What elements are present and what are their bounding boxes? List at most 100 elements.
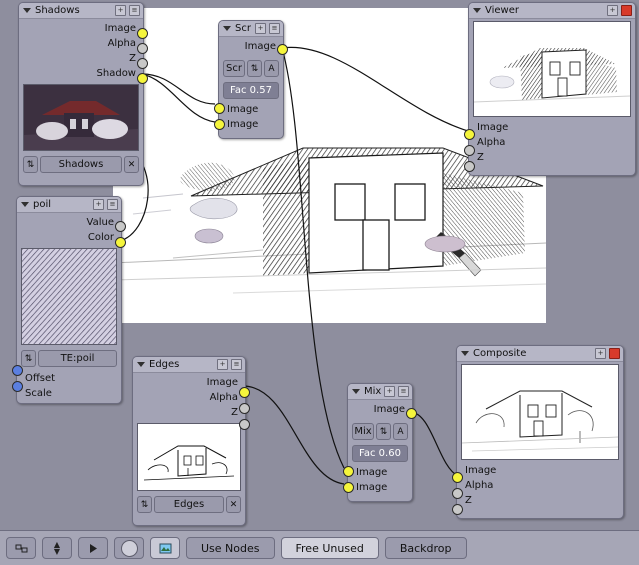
scene-delete-icon[interactable]: ✕ <box>226 496 241 513</box>
socket-out-alpha[interactable] <box>137 43 148 54</box>
node-mix-header[interactable]: Mix + ≡ <box>348 384 412 400</box>
node-mix[interactable]: Mix + ≡ Image Mix ⇅ A Fac 0.60 Image Ima… <box>343 383 417 502</box>
socket-label-z: Z <box>477 152 484 163</box>
plus-icon[interactable]: + <box>607 5 618 16</box>
plus-icon[interactable]: + <box>93 199 104 210</box>
node-edges-preview <box>137 423 241 491</box>
blend-mode-arrows-icon[interactable]: ⇅ <box>247 60 262 77</box>
node-mix-body: Image Mix ⇅ A Fac 0.60 Image Image <box>348 400 412 499</box>
options-icon[interactable]: ≡ <box>129 5 140 16</box>
scene-delete-icon[interactable]: ✕ <box>124 156 139 173</box>
socket-out-z[interactable] <box>239 419 250 430</box>
fac-slider[interactable]: Fac 0.57 <box>223 82 279 99</box>
blend-mode-row[interactable]: Scr ⇅ A <box>223 58 279 79</box>
socket-out-image[interactable] <box>239 387 250 398</box>
node-composite-header[interactable]: Composite + <box>457 346 623 362</box>
play-button[interactable] <box>78 537 108 559</box>
options-icon[interactable]: ≡ <box>107 199 118 210</box>
texture-name[interactable]: TE:poil <box>38 350 117 367</box>
collapse-triangle-icon[interactable] <box>23 8 31 13</box>
use-nodes-button[interactable]: Use Nodes <box>186 537 275 559</box>
socket-out-z[interactable] <box>137 58 148 69</box>
blend-mode-arrows-icon[interactable]: ⇅ <box>376 423 391 440</box>
node-viewer-title: Viewer <box>485 5 519 16</box>
collapse-triangle-icon[interactable] <box>461 351 469 356</box>
options-icon[interactable]: ≡ <box>231 359 242 370</box>
options-icon[interactable]: ≡ <box>398 386 409 397</box>
scene-browse-icon[interactable]: ⇅ <box>137 496 152 513</box>
socket-label-image-in-1: Image <box>227 104 259 115</box>
texture-browse-icon[interactable]: ⇅ <box>21 350 36 367</box>
node-poil-title: poil <box>33 199 52 210</box>
node-edges-menu-row[interactable]: ⇅ Edges ✕ <box>137 494 241 515</box>
socket-out-image[interactable] <box>137 28 148 39</box>
scene-select[interactable]: Edges <box>154 496 224 513</box>
socket-in-offset[interactable] <box>12 365 23 376</box>
socket-out-value[interactable] <box>115 221 126 232</box>
node-edges[interactable]: Edges + ≡ Image Alpha Z ⇅ Edges ✕ <box>132 356 250 526</box>
node-edges-header[interactable]: Edges + ≡ <box>133 357 245 373</box>
node-shadows-header[interactable]: Shadows + ≡ <box>19 3 143 19</box>
node-viewer-header[interactable]: Viewer + <box>469 3 635 19</box>
editor-type-icon[interactable] <box>6 537 36 559</box>
collapse-triangle-icon[interactable] <box>473 8 481 13</box>
node-viewer[interactable]: Viewer + Image Alpha Z <box>464 2 636 176</box>
socket-in-scale[interactable] <box>12 381 23 392</box>
socket-out-image[interactable] <box>277 44 288 55</box>
node-scr-header[interactable]: Scr + ≡ <box>219 21 283 37</box>
plus-icon[interactable]: + <box>255 23 266 34</box>
node-poil-header[interactable]: poil + ≡ <box>17 197 121 213</box>
node-poil[interactable]: poil + ≡ Value Color ⇅ TE:poil Offset Sc… <box>12 196 126 404</box>
socket-in-image[interactable] <box>452 472 463 483</box>
close-icon[interactable] <box>609 348 620 359</box>
editor-footer[interactable]: ▲ ▼ Use Nodes Free Unused Backdrop <box>0 530 639 565</box>
collapse-triangle-icon[interactable] <box>352 389 360 394</box>
socket-label-image-in-2: Image <box>356 482 388 493</box>
socket-out-image[interactable] <box>406 408 417 419</box>
alpha-toggle[interactable]: A <box>393 423 408 440</box>
socket-out-shadow[interactable] <box>137 73 148 84</box>
socket-out-color[interactable] <box>115 237 126 248</box>
socket-in-z[interactable] <box>464 161 475 172</box>
node-scr[interactable]: Scr + ≡ Image Scr ⇅ A Fac 0.57 Image Ima… <box>214 20 288 139</box>
plus-icon[interactable]: + <box>115 5 126 16</box>
socket-in-image-1[interactable] <box>214 103 225 114</box>
socket-in-image-1[interactable] <box>343 466 354 477</box>
socket-in-image-2[interactable] <box>343 482 354 493</box>
texture-row[interactable]: ⇅ TE:poil <box>21 348 117 369</box>
socket-label-z: Z <box>465 495 472 506</box>
scene-select[interactable]: Shadows <box>40 156 122 173</box>
node-composite[interactable]: Composite + Image Alpha Z <box>452 345 624 519</box>
free-unused-button[interactable]: Free Unused <box>280 537 379 559</box>
socket-in-alpha[interactable] <box>464 145 475 156</box>
socket-row-z: Z <box>137 405 241 420</box>
options-icon[interactable]: ≡ <box>269 23 280 34</box>
blend-mode-select[interactable]: Scr <box>223 60 245 77</box>
node-editor-canvas[interactable]: Shadows + ≡ Image Alpha Z Shadow ⇅ Shado… <box>0 0 639 530</box>
plus-icon[interactable]: + <box>384 386 395 397</box>
plus-icon[interactable]: + <box>217 359 228 370</box>
socket-in-image[interactable] <box>464 129 475 140</box>
composite-toggle-button[interactable] <box>114 537 144 559</box>
plus-icon[interactable]: + <box>595 348 606 359</box>
collapse-triangle-icon[interactable] <box>223 26 231 31</box>
socket-row-image-out: Image <box>223 39 279 54</box>
fac-slider[interactable]: Fac 0.60 <box>352 445 408 462</box>
close-icon[interactable] <box>621 5 632 16</box>
scene-browse-icon[interactable]: ⇅ <box>23 156 38 173</box>
blend-mode-row[interactable]: Mix ⇅ A <box>352 421 408 442</box>
backdrop-button[interactable]: Backdrop <box>384 537 467 559</box>
socket-in-image-2[interactable] <box>214 119 225 130</box>
node-shadows[interactable]: Shadows + ≡ Image Alpha Z Shadow ⇅ Shado… <box>18 2 148 186</box>
node-viewer-preview <box>473 21 631 117</box>
collapse-triangle-icon[interactable] <box>21 202 29 207</box>
socket-in-alpha[interactable] <box>452 488 463 499</box>
blend-mode-select[interactable]: Mix <box>352 423 374 440</box>
alpha-toggle[interactable]: A <box>264 60 279 77</box>
collapse-triangle-icon[interactable] <box>137 362 145 367</box>
image-node-button[interactable] <box>150 537 180 559</box>
socket-out-alpha[interactable] <box>239 403 250 414</box>
socket-in-z[interactable] <box>452 504 463 515</box>
editor-type-dropdown-icon[interactable]: ▲ ▼ <box>42 537 72 559</box>
node-shadows-menu-row[interactable]: ⇅ Shadows ✕ <box>23 154 139 175</box>
